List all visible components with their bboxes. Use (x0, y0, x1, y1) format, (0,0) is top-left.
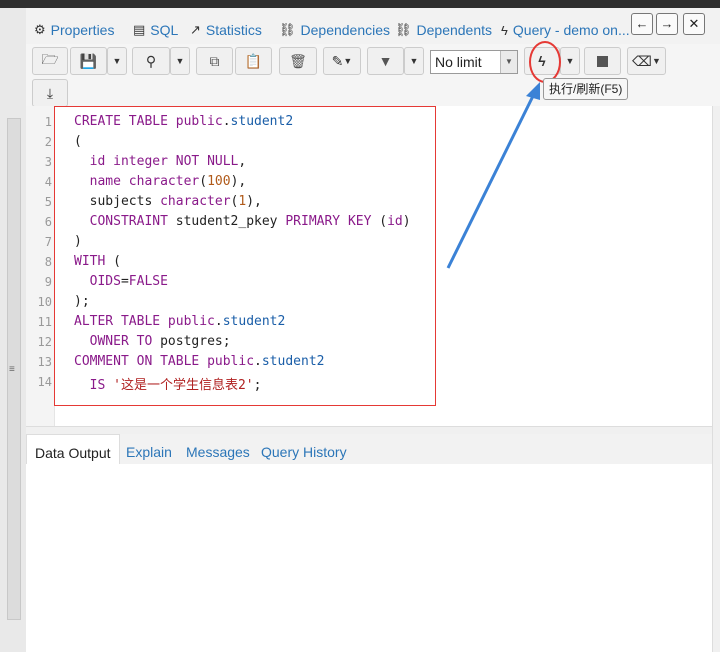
window-top-bar (0, 0, 720, 8)
result-tab-strip: Data Output Explain Messages Query Histo… (26, 434, 712, 465)
execute-tooltip: 执行/刷新(F5) (543, 78, 629, 100)
dependents-icon: ⛓ (395, 22, 412, 37)
save-button[interactable]: 💾 (70, 47, 107, 75)
execute-dropdown-button[interactable]: ▼ (560, 47, 580, 75)
code-line: ); (74, 294, 90, 309)
code-line: ) (74, 234, 82, 249)
line-number: 12 (37, 335, 52, 349)
paste-button[interactable]: 📋 (235, 47, 272, 75)
tab-label: Query - demo on... (512, 22, 630, 38)
eraser-icon: ⌫ (632, 52, 652, 69)
line-number: 8 (44, 255, 52, 269)
download-icon: ⤓ (46, 84, 54, 101)
code-line: name character(100), (89, 174, 247, 189)
code-line: WITH ( (74, 254, 121, 269)
row-limit-value: No limit (435, 54, 482, 70)
code-line: IS '这是一个学生信息表2'; (89, 378, 262, 393)
tab-data-output[interactable]: Data Output (26, 434, 120, 465)
code-line: COMMENT ON TABLE public.student2 (74, 354, 325, 369)
line-number: 6 (44, 215, 52, 229)
line-number: 2 (44, 135, 52, 149)
line-number: 10 (37, 295, 52, 309)
code-line: OIDS=FALSE (89, 274, 168, 289)
tab-messages[interactable]: Messages (178, 434, 258, 464)
find-button[interactable]: ⚲ (132, 47, 170, 75)
filter-icon: ▼ (378, 53, 393, 69)
right-scrollbar[interactable] (712, 106, 720, 652)
code-line: id integer NOT NULL, (89, 154, 247, 169)
folder-open-icon: 🗁 (41, 51, 59, 67)
line-number: 4 (44, 175, 52, 189)
tab-query[interactable]: ϟ Query - demo on... (501, 22, 630, 38)
tab-label: Dependents (416, 22, 493, 38)
tab-query-history[interactable]: Query History (253, 434, 355, 464)
caret-down-icon: ▼ (343, 56, 353, 66)
find-dropdown-button[interactable]: ▼ (170, 47, 190, 75)
tab-label: SQL (150, 22, 179, 38)
caret-down-icon: ▼ (112, 56, 122, 66)
caret-down-icon: ▼ (500, 51, 517, 73)
tab-prev-button[interactable]: ← (631, 13, 653, 35)
data-output-panel (26, 464, 712, 652)
caret-down-icon: ▼ (409, 56, 419, 66)
code-line: ALTER TABLE public.student2 (74, 314, 286, 329)
copy-icon: ⧉ (209, 52, 220, 69)
code-line: CREATE TABLE public.student2 (74, 114, 294, 129)
annotation-circle (529, 41, 561, 83)
dependencies-icon: ⛓ (279, 22, 296, 37)
tab-dependencies[interactable]: ⛓ Dependencies (279, 22, 390, 38)
filter-dropdown-button[interactable]: ▼ (404, 47, 424, 75)
caret-down-icon: ▼ (175, 56, 185, 66)
edit-button[interactable]: ✎ ▼ (323, 47, 361, 75)
paste-icon: 📋 (244, 52, 263, 69)
tab-sql[interactable]: ▤ SQL (133, 22, 178, 38)
save-dropdown-button[interactable]: ▼ (107, 47, 127, 75)
code-line: OWNER TO postgres; (89, 334, 231, 349)
filter-button[interactable]: ▼ (367, 47, 404, 75)
left-panel-edge: ≡ (0, 8, 27, 652)
stop-icon (597, 55, 608, 67)
save-icon: 💾 (79, 52, 98, 69)
tab-label: Statistics (205, 22, 262, 38)
stop-button[interactable] (584, 47, 621, 75)
code-line: ( (74, 134, 82, 149)
tab-dependents[interactable]: ⛓ Dependents (395, 22, 492, 38)
delete-button[interactable]: 🗑 (279, 47, 317, 75)
panel-resize-grip-icon[interactable]: ≡ (9, 364, 15, 375)
trash-icon: 🗑 (289, 52, 307, 69)
search-icon: ⚲ (145, 52, 157, 69)
code-line: CONSTRAINT student2_pkey PRIMARY KEY (id… (89, 214, 411, 229)
line-number: 5 (44, 195, 52, 209)
line-number: 9 (44, 275, 52, 289)
properties-icon: ⚙ (34, 22, 46, 37)
tab-statistics[interactable]: ↗ Statistics (190, 22, 262, 38)
sql-icon: ▤ (133, 22, 146, 37)
clear-button[interactable]: ⌫ ▼ (627, 47, 666, 75)
caret-down-icon: ▼ (565, 56, 575, 66)
caret-down-icon: ▼ (651, 56, 661, 66)
query-icon: ϟ (501, 22, 508, 38)
line-number: 1 (44, 115, 52, 129)
row-limit-select[interactable]: No limit ▼ (430, 50, 518, 74)
line-number: 3 (44, 155, 52, 169)
line-number: 11 (37, 315, 52, 329)
line-number: 7 (44, 235, 52, 249)
tab-label: Dependencies (300, 22, 391, 38)
tab-label: Properties (50, 22, 115, 38)
tab-explain[interactable]: Explain (118, 434, 180, 464)
statistics-icon: ↗ (190, 22, 201, 37)
copy-button[interactable]: ⧉ (196, 47, 233, 75)
download-button[interactable]: ⤓ (32, 79, 68, 107)
edit-icon: ✎ (331, 52, 344, 69)
tab-next-button[interactable]: → (656, 13, 678, 35)
code-line: subjects character(1), (74, 194, 262, 209)
tab-close-button[interactable]: ✕ (683, 13, 705, 35)
open-file-button[interactable]: 🗁 (32, 47, 68, 75)
line-number: 14 (37, 375, 52, 389)
line-number: 13 (37, 355, 52, 369)
tab-properties[interactable]: ⚙ Properties (34, 22, 114, 38)
